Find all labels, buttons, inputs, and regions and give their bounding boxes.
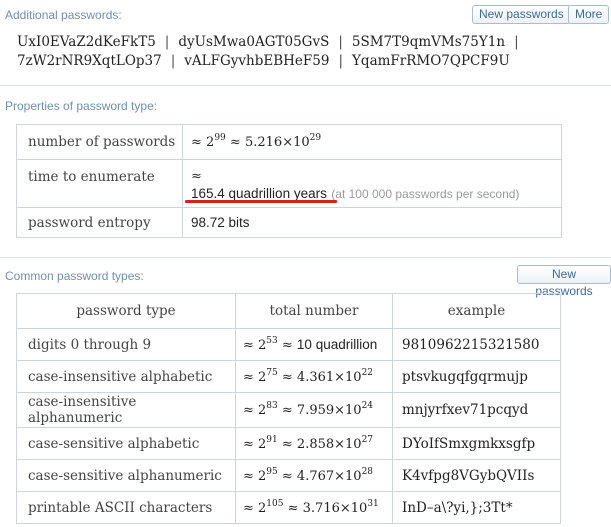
total-number-value: ≈ 291 ≈ 2.858×1027 [235, 427, 393, 460]
example-password[interactable]: K4vfpg8VGybQVIIs [392, 459, 561, 492]
separator: | [164, 34, 170, 50]
header-row: password type total number example [16, 293, 561, 329]
properties-title: Properties of password type: [5, 99, 158, 113]
highlight-underline [185, 200, 337, 203]
separator: | [514, 34, 519, 50]
header-example: example [392, 293, 561, 329]
password-row-2: 7zW2rNR9XqtLOp37 | vALFGyvhbEBHeF59 | YqamFr… [17, 53, 510, 69]
common-password-types-title: Common password types: [5, 269, 144, 283]
table-row: case-insensitive alphabetic ≈ 275 ≈ 4.36… [16, 360, 561, 393]
additional-passwords-title: Additional passwords: [5, 8, 122, 22]
total-number-value: ≈ 275 ≈ 4.361×1022 [235, 360, 393, 393]
separator: | [338, 34, 343, 50]
example-password[interactable]: DYoIfSmxgmkxsgfp [392, 427, 561, 460]
properties-table: number of passwords ≈ 299 ≈ 5.216×1029 t… [16, 124, 562, 238]
table-row: printable ASCII characters ≈ 2105 ≈ 3.71… [16, 491, 561, 524]
password-type-label: digits 0 through 9 [16, 328, 236, 361]
total-number-value: ≈ 2105 ≈ 3.716×1031 [235, 491, 393, 524]
property-row-entropy: password entropy 98.72 bits [16, 207, 562, 238]
header-password-type: password type [16, 293, 236, 329]
password-item[interactable]: YqamFrRMO7QPCF9U [352, 53, 510, 69]
password-type-label: case-sensitive alphabetic [16, 427, 236, 460]
table-row: case-sensitive alphabetic ≈ 291 ≈ 2.858×… [16, 427, 561, 460]
property-value: ≈ 299 ≈ 5.216×1029 [182, 124, 562, 160]
password-entropy-value: 98.72 bits [182, 207, 562, 238]
password-type-label: case-sensitive alphanumeric [16, 459, 236, 492]
example-password[interactable]: mnjyrfxev71pcqyd [392, 392, 561, 428]
password-item[interactable]: 5SM7T9qmVMs75Y1n [352, 34, 505, 50]
common-types-table: password type total number example digit… [16, 293, 561, 524]
password-item[interactable]: 7zW2rNR9XqtLOp37 [17, 53, 162, 69]
time-to-enumerate-value: 165.4 quadrillion years [191, 186, 327, 201]
new-passwords-button[interactable]: New passwords [517, 265, 611, 298]
header-total-number: total number [235, 293, 393, 329]
new-passwords-button[interactable]: New passwords [472, 5, 571, 24]
password-type-label: case-insensitive alphabetic [16, 360, 236, 393]
separator: | [338, 53, 344, 69]
separator: | [170, 53, 176, 69]
table-row: case-insensitive alphanumeric ≈ 283 ≈ 7.… [16, 392, 561, 428]
total-number-value: ≈ 283 ≈ 7.959×1024 [235, 392, 393, 428]
number-of-passwords-value: ≈ 299 ≈ 5.216×1029 [191, 133, 322, 151]
example-password[interactable]: InD–a\?yi,};3Tt* [392, 491, 561, 524]
example-password[interactable]: 9810962215321580 [392, 328, 561, 361]
password-row-1: UxI0EVaZ2dKeFkT5 | dyUsMwa0AGT05GvS | 5SM7T9… [17, 34, 528, 50]
table-row: digits 0 through 9 ≈ 253 ≈ 10 quadrillio… [16, 328, 561, 361]
approx-symbol: ≈ [191, 169, 202, 184]
password-item[interactable]: UxI0EVaZ2dKeFkT5 [17, 34, 156, 50]
more-button[interactable]: More [568, 5, 610, 24]
property-row-number: number of passwords ≈ 299 ≈ 5.216×1029 [16, 124, 562, 160]
password-type-label: case-insensitive alphanumeric [16, 392, 236, 428]
password-item[interactable]: dyUsMwa0AGT05GvS [178, 34, 329, 50]
section-divider [0, 85, 611, 86]
password-type-label: printable ASCII characters [16, 491, 236, 524]
example-password[interactable]: ptsvkugqfgqrmujp [392, 360, 561, 393]
property-label: number of passwords [16, 124, 183, 160]
total-number-value: ≈ 253 ≈ 10 quadrillion [235, 328, 393, 361]
password-item[interactable]: vALFGyvhbEBHeF59 [184, 53, 329, 69]
section-divider [0, 257, 611, 258]
total-number-value: ≈ 295 ≈ 4.767×1028 [235, 459, 393, 492]
enumeration-rate-note: (at 100 000 passwords per second) [331, 187, 520, 201]
property-label: password entropy [16, 207, 183, 238]
property-label: time to enumerate [16, 159, 183, 208]
table-row: case-sensitive alphanumeric ≈ 295 ≈ 4.76… [16, 459, 561, 492]
